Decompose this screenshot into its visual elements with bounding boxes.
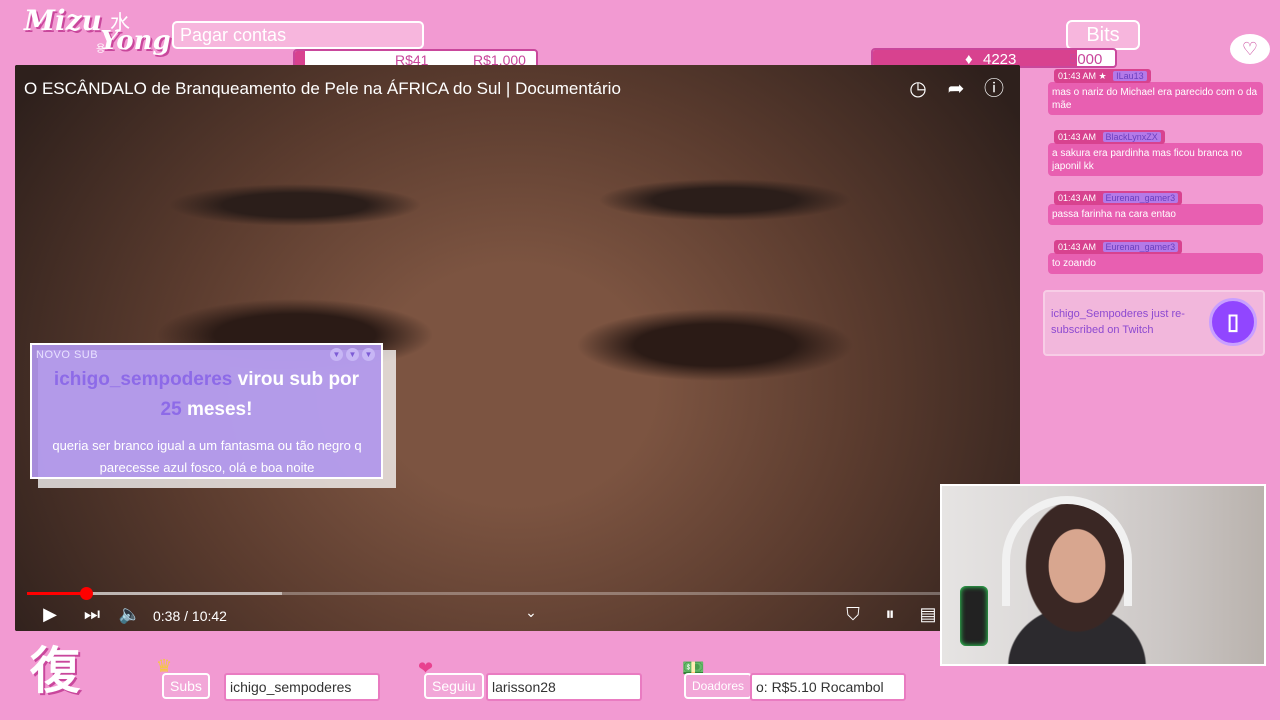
chat-meta: 01:43 AM Eurenan_gamer3 — [1054, 191, 1183, 205]
chat-meta: 01:43 AM Eurenan_gamer3 — [1054, 240, 1183, 254]
video-title[interactable]: O ESCÂNDALO de Branqueamento de Pele na … — [24, 79, 621, 99]
alert-line-2: 25 meses! — [32, 399, 381, 421]
chat-time: 01:43 AM — [1058, 193, 1097, 203]
webcam-feed — [940, 484, 1266, 666]
player-controls: ▶ ⏭ 🔈 0:38 / 10:42 ⌄ ⛉ ⏸ ▤ — [27, 602, 1008, 630]
shield-icon[interactable]: ⛉ — [840, 604, 866, 625]
next-icon[interactable]: ⏭ — [79, 604, 105, 625]
progress-scrubber[interactable] — [79, 587, 93, 600]
follow-label: Seguiu — [424, 673, 484, 699]
alert-window-buttons: ▼ ▼ ▼ — [330, 348, 375, 361]
star-badge-icon: ★ — [1098, 71, 1107, 81]
bits-goal-fill — [873, 50, 1078, 66]
volume-icon[interactable]: 🔈 — [117, 604, 143, 625]
chat-time: 01:43 AM — [1058, 71, 1097, 81]
clock-icon[interactable]: ◷ — [906, 77, 930, 101]
video-progress-bar[interactable] — [27, 587, 1008, 600]
alert-months-suffix: meses! — [186, 399, 253, 420]
progress-played — [27, 592, 86, 595]
alert-months: 25 — [160, 399, 182, 420]
twitch-icon: ▯ — [1209, 298, 1257, 346]
resub-notification: ichigo_Sempoderes just re-subscribed on … — [1043, 290, 1265, 356]
latest-follow-value: larisson28 — [486, 673, 642, 701]
heart-bubble-icon: ♡ — [1228, 32, 1272, 66]
alert-dot-icon: ▼ — [362, 348, 375, 361]
chat-text: to zoando — [1048, 253, 1263, 274]
subtitles-icon[interactable]: ▤ — [915, 604, 941, 625]
logo-text-mizu: Mizu — [24, 4, 102, 37]
alert-username: ichigo_sempoderes — [53, 369, 233, 390]
new-sub-alert: NOVO SUB ▼ ▼ ▼ ichigo_sempoderes virou s… — [30, 343, 383, 479]
alert-action: virou sub por — [237, 369, 360, 390]
time-display: 0:38 / 10:42 — [153, 608, 227, 624]
chat-username[interactable]: ILau13 — [1113, 71, 1147, 81]
logo-text-yong: Yong — [100, 26, 171, 56]
chat-text: a sakura era pardinha mas ficou branca n… — [1048, 143, 1263, 176]
chat-meta: 01:43 AM BlackLynxZX — [1054, 130, 1165, 144]
chat-meta: 01:43 AM ★ ILau13 — [1054, 69, 1151, 83]
play-icon[interactable]: ▶ — [37, 604, 63, 625]
share-icon[interactable]: ➦ — [944, 77, 968, 101]
chat-username[interactable]: Eurenan_gamer3 — [1102, 242, 1179, 252]
latest-donor-value: o: R$5.10 Rocambol — [750, 673, 906, 701]
alert-dot-icon: ▼ — [346, 348, 359, 361]
chat-time: 01:43 AM — [1058, 132, 1097, 142]
alert-header: NOVO SUB — [36, 349, 99, 361]
chat-time: 01:43 AM — [1058, 242, 1097, 252]
chat-username[interactable]: Eurenan_gamer3 — [1102, 193, 1179, 203]
chat-text: passa farinha na cara entao — [1048, 204, 1263, 225]
player-top-icons: ◷ ➦ ⓘ — [906, 77, 1006, 101]
alert-dot-icon: ▼ — [330, 348, 343, 361]
chat-username[interactable]: BlackLynxZX — [1102, 132, 1161, 142]
donation-goal-label: Pagar contas — [172, 21, 424, 49]
emblem-glyph: 復 — [30, 643, 80, 699]
microphone — [960, 586, 988, 646]
chat-panel: mas o nariz do Michael era parecido com … — [1040, 66, 1266, 286]
subs-label: Subs — [162, 673, 210, 699]
alert-line-1: ichigo_sempoderes virou sub por — [32, 369, 381, 391]
donors-label: Doadores — [684, 673, 753, 699]
chevron-down-icon[interactable]: ⌄ — [518, 604, 544, 621]
chat-text: mas o nariz do Michael era parecido com … — [1048, 82, 1263, 115]
info-icon[interactable]: ⓘ — [982, 77, 1006, 101]
alert-message: queria ser branco igual a um fantasma ou… — [52, 438, 362, 475]
latest-sub-value: ichigo_sempoderes — [224, 673, 380, 701]
channel-logo: Mizu 水 용 Yong — [24, 4, 174, 62]
resub-text: ichigo_Sempoderes just re-subscribed on … — [1051, 308, 1185, 336]
bits-goal-label: Bits — [1066, 20, 1140, 50]
toggle-icon[interactable]: ⏸ — [875, 604, 905, 625]
